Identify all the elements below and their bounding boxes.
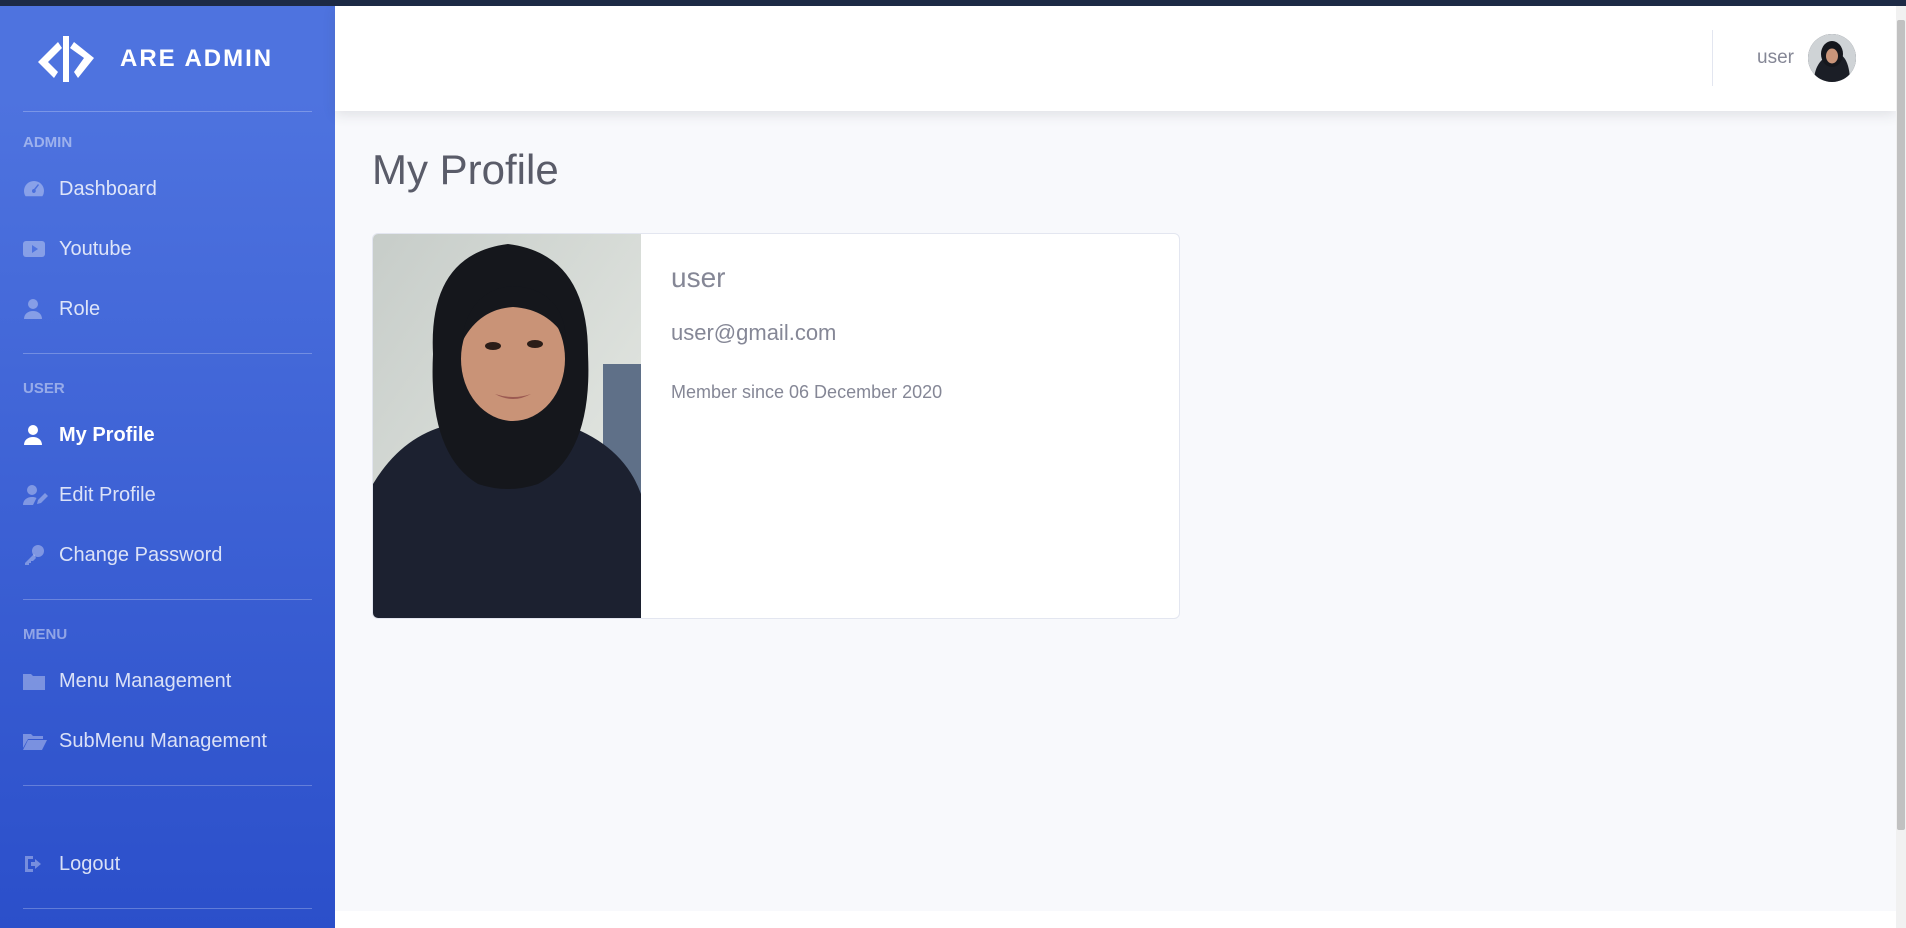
sidebar-item-dashboard[interactable]: Dashboard [0, 159, 335, 219]
sidebar-item-menu-management[interactable]: Menu Management [0, 651, 335, 711]
sidebar-item-role[interactable]: Role [0, 279, 335, 339]
profile-details: user user@gmail.com Member since 06 Dece… [641, 234, 972, 618]
sidebar-divider [23, 908, 312, 909]
brand-name: ARE ADMIN [120, 44, 274, 72]
sidebar-heading-user: USER [23, 380, 65, 397]
user-icon [23, 424, 59, 446]
sidebar-brand[interactable]: ARE ADMIN [0, 6, 335, 111]
sidebar-item-edit-profile[interactable]: Edit Profile [0, 465, 335, 525]
topbar-divider [1712, 30, 1713, 86]
scrollbar-thumb[interactable] [1897, 20, 1905, 830]
sidebar-item-label: Menu Management [59, 669, 232, 692]
sidebar-item-submenu-management[interactable]: SubMenu Management [0, 711, 335, 771]
sidebar: ARE ADMIN ADMIN Dashboard Youtube Role U… [0, 6, 335, 928]
footer [335, 911, 1896, 928]
page-title: My Profile [372, 146, 559, 193]
sidebar-item-label: Youtube [59, 237, 132, 260]
youtube-icon [23, 238, 59, 260]
user-edit-icon [23, 484, 59, 506]
sidebar-heading-admin: ADMIN [23, 134, 73, 151]
logout-button[interactable]: Logout [0, 834, 335, 894]
sidebar-item-label: Edit Profile [59, 483, 156, 506]
profile-card: user user@gmail.com Member since 06 Dece… [372, 233, 1180, 619]
main-content: user My Profile user user@gmail.com Memb… [335, 6, 1896, 928]
tachometer-icon [23, 178, 59, 200]
profile-photo [373, 234, 641, 618]
profile-member-since: Member since 06 December 2020 [671, 382, 943, 402]
key-icon [23, 544, 59, 566]
sidebar-item-my-profile[interactable]: My Profile [0, 405, 335, 465]
user-dropdown[interactable]: user [1757, 34, 1856, 82]
sidebar-item-label: SubMenu Management [59, 729, 267, 752]
code-slash-logo-icon [38, 35, 94, 82]
page-scrollbar[interactable] [1896, 6, 1906, 928]
window-top-strip [0, 0, 1906, 6]
folder-icon [23, 670, 59, 692]
topbar-username: user [1757, 47, 1794, 68]
sidebar-item-label: Dashboard [59, 177, 157, 200]
user-tie-icon [23, 298, 59, 320]
sidebar-item-label: My Profile [59, 423, 155, 446]
profile-name: user [671, 262, 726, 293]
sidebar-item-change-password[interactable]: Change Password [0, 525, 335, 585]
sign-out-icon [23, 853, 59, 875]
topbar: user [335, 6, 1896, 111]
sidebar-item-label: Change Password [59, 543, 223, 566]
sidebar-item-youtube[interactable]: Youtube [0, 219, 335, 279]
profile-email: user@gmail.com [671, 320, 837, 345]
logout-label: Logout [59, 852, 121, 875]
folder-open-icon [23, 730, 59, 752]
sidebar-heading-menu: MENU [23, 626, 68, 643]
sidebar-item-label: Role [59, 297, 101, 320]
avatar [1808, 34, 1856, 82]
